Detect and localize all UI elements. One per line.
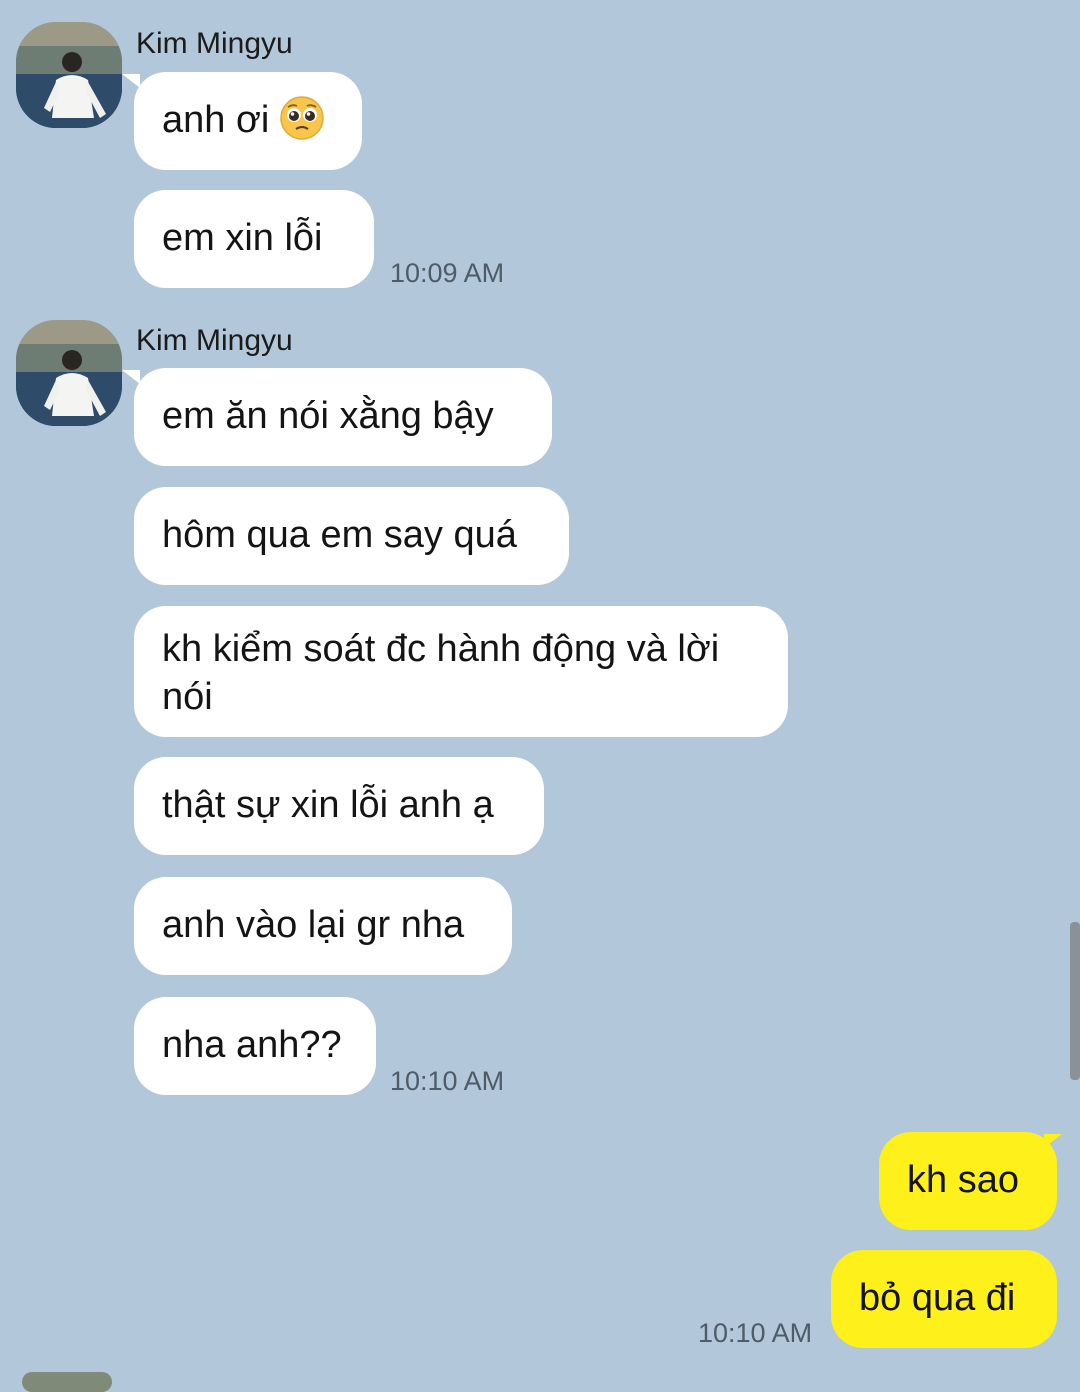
- bubble-tail: [122, 74, 140, 88]
- message-text: thật sự xin lỗi anh ạ: [162, 784, 494, 826]
- sender-name: Kim Mingyu: [136, 324, 293, 357]
- message-timestamp: 10:10 AM: [698, 1318, 813, 1348]
- message-text: hôm qua em say quá: [162, 514, 517, 556]
- bubble-tail: [122, 370, 140, 384]
- message-bubble[interactable]: thật sự xin lỗi anh ạ: [134, 757, 544, 855]
- message-text: anh ơi: [162, 99, 270, 141]
- profile-photo-icon: [16, 320, 122, 426]
- message-text: nha anh??: [162, 1024, 342, 1066]
- message-text: kh sao: [907, 1159, 1019, 1201]
- sender-name: Kim Mingyu: [136, 27, 293, 60]
- message-text: em ăn nói xằng bậy: [162, 395, 494, 437]
- pleading-face-emoji-icon: [280, 96, 325, 140]
- scrollbar[interactable]: [1070, 922, 1080, 1080]
- message-bubble[interactable]: anh vào lại gr nha: [134, 877, 512, 975]
- message-bubble[interactable]: kh kiểm soát đc hành động và lời nói: [134, 606, 788, 737]
- message-bubble[interactable]: hôm qua em say quá: [134, 487, 569, 585]
- message-bubble[interactable]: bỏ qua đi: [831, 1250, 1057, 1348]
- sender-avatar: [22, 1372, 112, 1392]
- profile-photo-icon: [16, 22, 122, 128]
- message-timestamp: 10:10 AM: [390, 1066, 505, 1096]
- message-bubble[interactable]: anh ơi: [134, 72, 362, 170]
- sender-avatar[interactable]: [16, 22, 122, 128]
- message-bubble[interactable]: kh sao: [879, 1132, 1057, 1230]
- sender-avatar[interactable]: [16, 320, 122, 426]
- message-bubble[interactable]: nha anh??: [134, 997, 376, 1095]
- message-text: bỏ qua đi: [859, 1277, 1016, 1319]
- message-text: anh vào lại gr nha: [162, 904, 465, 946]
- message-bubble[interactable]: em ăn nói xằng bậy: [134, 368, 552, 466]
- message-bubble[interactable]: em xin lỗi: [134, 190, 374, 288]
- message-text: em xin lỗi: [162, 217, 323, 259]
- message-text: kh kiểm soát đc hành động và lời nói: [162, 628, 720, 718]
- message-timestamp: 10:09 AM: [390, 258, 505, 288]
